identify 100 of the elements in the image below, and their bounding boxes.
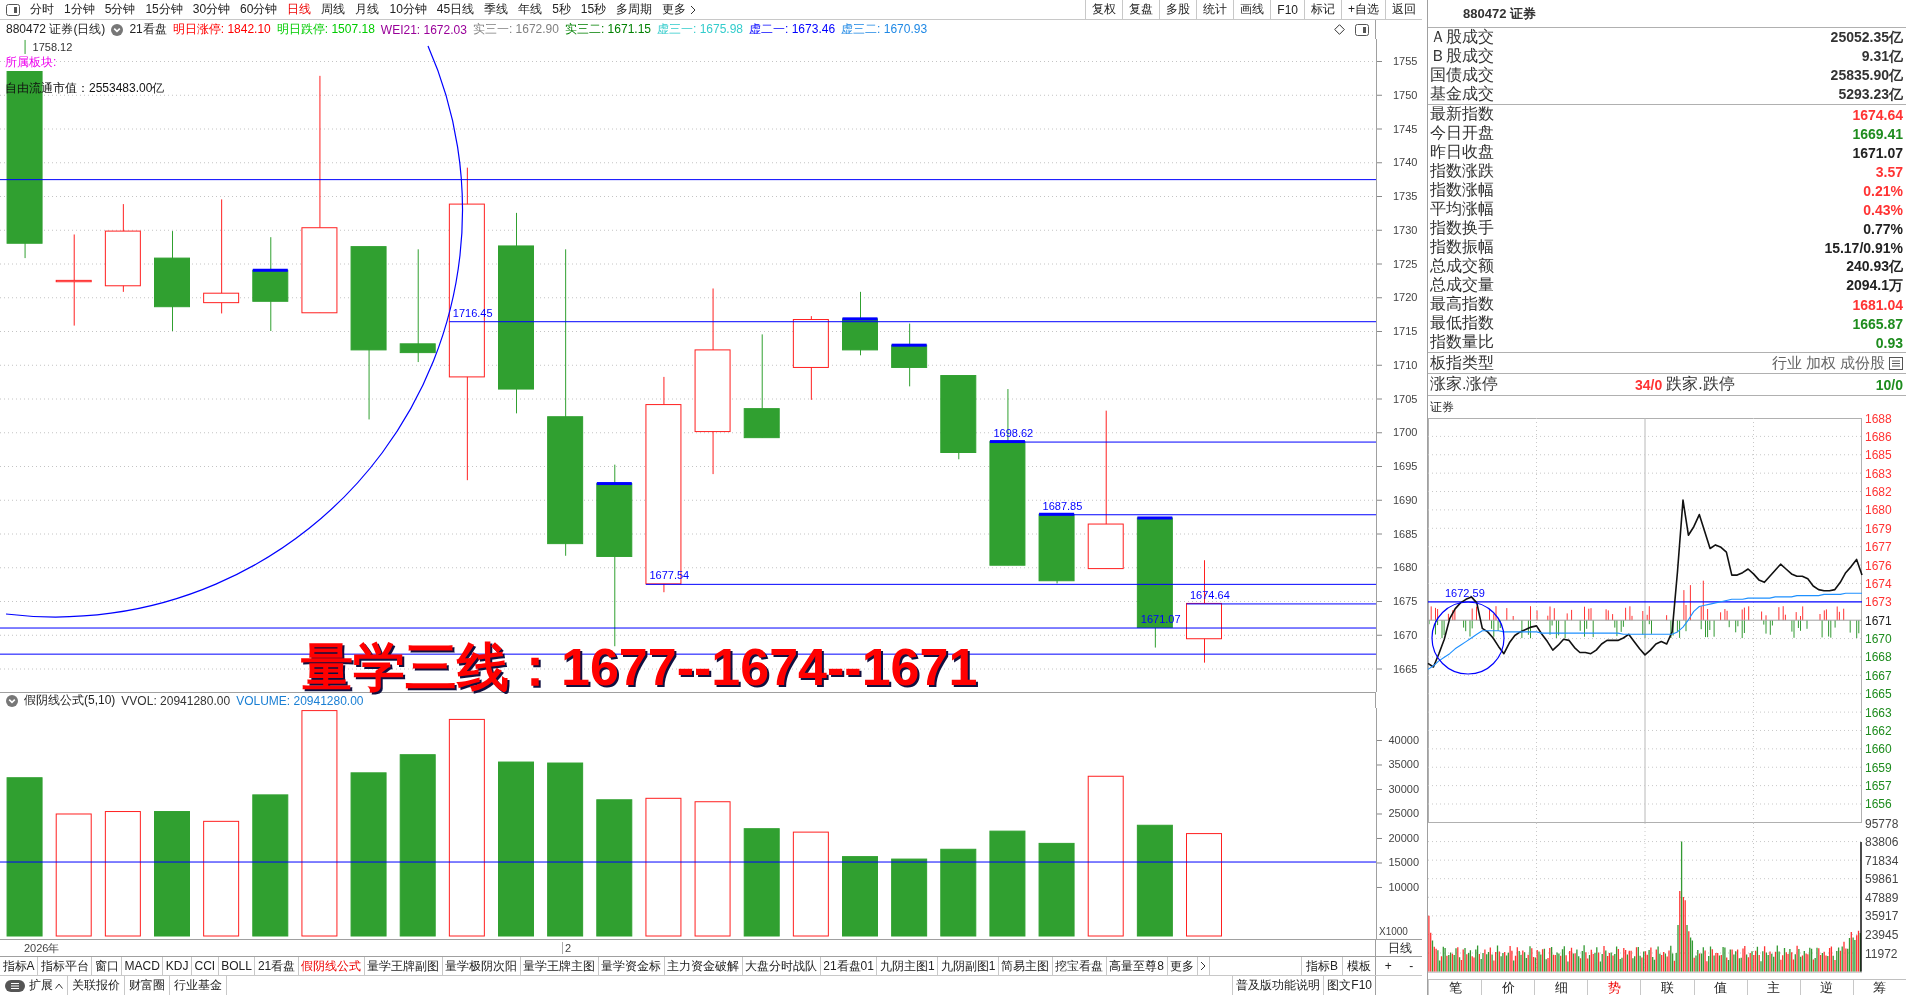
view-tab[interactable]: 逆 <box>1799 980 1853 995</box>
diamond-icon[interactable] <box>1334 24 1345 35</box>
toolbar-button[interactable]: 复权 <box>1085 0 1123 19</box>
toolbar-button[interactable]: 多股 <box>1159 0 1197 19</box>
indicator-tab[interactable]: 21看盘01 <box>820 957 878 975</box>
indicator-tab[interactable]: 窗口 <box>92 957 122 975</box>
view-tab[interactable]: 细 <box>1534 980 1588 995</box>
period-tab[interactable]: 日线 <box>282 0 317 19</box>
indicator-value: VVOL: 20941280.00 <box>121 693 231 708</box>
axis-label: 35917 <box>1865 909 1899 924</box>
stat-label: 跌家.跌停 <box>1666 374 1735 394</box>
indicator-tab[interactable]: 挖宝看盘 <box>1052 957 1107 975</box>
indicator-tab[interactable]: 量学王牌副图 <box>364 957 443 975</box>
period-tab[interactable]: 季线 <box>479 0 514 19</box>
more-button[interactable]: 更多 <box>1167 957 1198 975</box>
bottom-link[interactable]: 财富圈 <box>125 976 170 995</box>
period-tab[interactable]: 周线 <box>316 0 351 19</box>
panel-toggle-icon[interactable] <box>1355 23 1369 36</box>
period-tab[interactable]: 60分钟 <box>235 0 283 19</box>
axis-label: 1715 <box>1393 325 1418 337</box>
view-tab[interactable]: 笔 <box>1428 980 1482 995</box>
stat-value: 1669.41 <box>1852 125 1903 142</box>
indicator-value: 虚三二: 1670.93 <box>841 21 928 38</box>
indicator-tab[interactable]: 指标A <box>0 957 38 975</box>
period-tab[interactable]: 10分钟 <box>384 0 432 19</box>
stat-value: 1665.87 <box>1852 315 1903 332</box>
indicator-tab[interactable]: 21看盘 <box>255 957 299 975</box>
stat-value: 1671.07 <box>1852 144 1903 161</box>
chart-title: 证券 <box>1430 399 1454 416</box>
axis-label: 1663 <box>1865 705 1892 720</box>
indicator-tab[interactable]: 量学极阴次阳 <box>442 957 521 975</box>
indicator-tab[interactable]: 量学资金标 <box>598 957 665 975</box>
axis-label: 71834 <box>1865 853 1899 868</box>
more-button[interactable]: 更多 <box>657 0 702 19</box>
view-tab[interactable]: 值 <box>1693 980 1747 995</box>
date-label: 2 <box>562 942 572 954</box>
toolbar-button[interactable]: 复盘 <box>1122 0 1160 19</box>
axis-label: 1720 <box>1393 291 1418 304</box>
chevron-down-icon[interactable] <box>111 23 124 36</box>
axis-label: 83806 <box>1865 835 1899 850</box>
toolbar-button[interactable]: 返回 <box>1385 0 1422 19</box>
axis-label: 1668 <box>1865 650 1892 665</box>
bottom-link[interactable]: 图文F10 <box>1323 976 1375 995</box>
indicator-tab[interactable]: 高量至尊8 <box>1106 957 1168 975</box>
zoom-button[interactable]: + <box>1379 957 1397 975</box>
indicator-tab[interactable]: 假阴线公式 <box>298 957 365 975</box>
toolbar-button[interactable]: 统计 <box>1196 0 1234 19</box>
view-tab[interactable]: 联 <box>1640 980 1694 995</box>
bottom-link[interactable]: 行业基金 <box>170 976 227 995</box>
period-tab[interactable]: 多周期 <box>611 0 658 19</box>
bottom-link[interactable]: 普及版功能说明 <box>1232 976 1324 995</box>
indicator-tab[interactable]: 简易主图 <box>998 957 1053 975</box>
indicator-tab[interactable]: 指标平台 <box>38 957 92 975</box>
toolbar-button[interactable]: 画线 <box>1233 0 1271 19</box>
toolbar-button[interactable]: 标记 <box>1304 0 1341 19</box>
toolbar-button[interactable]: +自选 <box>1341 0 1385 19</box>
indicator-tab[interactable]: 主力资金破解 <box>664 957 743 975</box>
view-tab[interactable]: 主 <box>1746 980 1800 995</box>
pill-icon[interactable] <box>5 979 25 992</box>
panel-toggle-icon[interactable] <box>6 3 20 16</box>
axis-label: 1683 <box>1865 466 1892 481</box>
indicator-tab[interactable]: 九阴副图1 <box>938 957 999 975</box>
period-tab[interactable]: 15秒 <box>575 0 612 19</box>
view-tab[interactable]: 价 <box>1481 980 1535 995</box>
axis-label: 1745 <box>1393 122 1418 135</box>
indicator-tab[interactable]: 模板 <box>1342 957 1375 975</box>
zoom-button[interactable]: - <box>1404 957 1419 975</box>
period-tab[interactable]: 年线 <box>513 0 548 19</box>
indicator-tab[interactable]: CCI <box>192 957 219 975</box>
toolbar-button[interactable]: F10 <box>1270 0 1304 19</box>
period-tab[interactable]: 1分钟 <box>59 0 100 19</box>
period-tab[interactable]: 月线 <box>350 0 385 19</box>
axis-label: 1659 <box>1865 760 1892 775</box>
period-tab[interactable]: 5秒 <box>547 0 576 19</box>
period-tab[interactable]: 30分钟 <box>187 0 236 19</box>
period-tab[interactable]: 45日线 <box>431 0 480 19</box>
list-icon[interactable] <box>1889 356 1903 370</box>
indicator-value: 明日涨停: 1842.10 <box>172 21 271 38</box>
period-tab[interactable]: 15分钟 <box>140 0 188 19</box>
view-tab[interactable]: 筹 <box>1852 980 1906 995</box>
indicator-tab[interactable]: 量学王牌主图 <box>520 957 599 975</box>
stat-label: 指数量比 <box>1430 332 1494 352</box>
indicator-tab[interactable]: BOLL <box>218 957 256 975</box>
price-label: 1672.59 <box>1445 586 1485 599</box>
view-tab[interactable]: 势 <box>1587 980 1641 995</box>
indicator-tab[interactable]: 指标B <box>1301 957 1342 975</box>
stat-label: 今日开盘 <box>1430 123 1494 143</box>
axis-label: 1679 <box>1865 521 1892 536</box>
axis-label: 95778 <box>1865 816 1899 831</box>
period-tab[interactable]: 分时 <box>25 0 59 19</box>
expand-button[interactable]: 扩展 <box>25 976 68 995</box>
indicator-tab[interactable]: MACD <box>122 957 164 975</box>
axis-label: 59861 <box>1865 872 1899 887</box>
indicator-tab[interactable]: KDJ <box>163 957 193 975</box>
axis-label: 1665 <box>1865 687 1892 702</box>
chevron-down-icon[interactable] <box>6 694 18 707</box>
indicator-tab[interactable]: 九阴主图1 <box>877 957 939 975</box>
period-tab[interactable]: 5分钟 <box>99 0 141 19</box>
indicator-tab[interactable]: 大盘分时战队 <box>742 957 821 975</box>
bottom-link[interactable]: 关联报价 <box>68 976 125 995</box>
